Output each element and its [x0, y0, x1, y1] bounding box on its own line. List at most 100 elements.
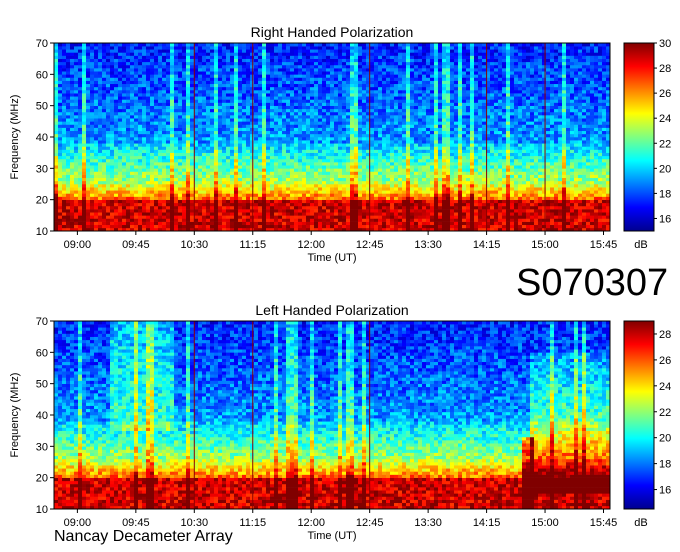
heatmap-cell	[242, 46, 247, 50]
heatmap-cell	[334, 205, 339, 210]
heatmap-cell	[354, 127, 359, 132]
heatmap-cell	[214, 115, 219, 119]
heatmap-cell	[250, 102, 255, 106]
heatmap-cell	[382, 86, 387, 91]
heatmap-cell	[314, 46, 319, 50]
heatmap-cell	[290, 168, 295, 172]
heatmap-cell	[342, 224, 347, 229]
heatmap-cell	[62, 209, 67, 213]
heatmap-cell	[134, 149, 139, 153]
heatmap-cell	[278, 212, 283, 216]
heatmap-cell	[106, 130, 111, 135]
heatmap-cell	[306, 196, 311, 200]
heatmap-cell	[370, 102, 375, 106]
heatmap-cell	[346, 199, 351, 204]
heatmap-cell	[354, 215, 359, 219]
heatmap-cell	[354, 143, 359, 147]
heatmap-cell	[230, 171, 235, 175]
heatmap-cell	[66, 130, 71, 135]
heatmap-cell	[138, 143, 143, 147]
heatmap-cell	[294, 105, 299, 110]
heatmap-cell	[330, 184, 335, 188]
heatmap-cell	[246, 171, 251, 175]
heatmap-cell	[354, 165, 359, 169]
heatmap-cell	[186, 124, 191, 128]
heatmap-cell	[374, 58, 379, 63]
heatmap-cell	[346, 218, 351, 222]
heatmap-cell	[326, 137, 331, 141]
heatmap-cell	[290, 64, 295, 69]
heatmap-cell	[186, 46, 191, 50]
heatmap-cell	[318, 115, 323, 119]
heatmap-cell	[374, 43, 379, 47]
heatmap-cell	[102, 93, 107, 97]
heatmap-cell	[166, 111, 171, 116]
heatmap-cell	[218, 80, 223, 85]
heatmap-cell	[258, 149, 263, 153]
heatmap-cell	[146, 68, 151, 72]
heatmap-cell	[386, 196, 391, 200]
heatmap-cell	[62, 168, 67, 172]
heatmap-cell	[166, 80, 171, 85]
heatmap-cell	[122, 218, 127, 222]
heatmap-cell	[54, 46, 59, 50]
heatmap-cell	[386, 205, 391, 210]
heatmap-cell	[234, 180, 239, 185]
heatmap-cell	[310, 49, 315, 53]
heatmap-cell	[162, 177, 167, 182]
heatmap-cell	[202, 168, 207, 172]
heatmap-cell	[298, 64, 303, 69]
heatmap-cell	[246, 215, 251, 219]
heatmap-cell	[246, 96, 251, 100]
heatmap-cell	[114, 130, 119, 135]
heatmap-cell	[242, 180, 247, 185]
heatmap-cell	[62, 190, 67, 194]
heatmap-cell	[358, 146, 363, 150]
heatmap-cell	[242, 137, 247, 141]
heatmap-cell	[102, 221, 107, 226]
heatmap-cell	[138, 199, 143, 204]
heatmap-cell	[362, 83, 367, 88]
heatmap-cell	[338, 118, 343, 122]
heatmap-cell	[62, 68, 67, 72]
heatmap-cell	[374, 168, 379, 172]
heatmap-cell	[186, 55, 191, 59]
heatmap-cell	[278, 64, 283, 69]
heatmap-cell	[122, 171, 127, 175]
heatmap-cell	[82, 133, 87, 138]
heatmap-cell	[278, 155, 283, 160]
heatmap-cell	[358, 187, 363, 191]
heatmap-cell	[138, 118, 143, 122]
heatmap-cell	[342, 205, 347, 210]
heatmap-cell	[330, 46, 335, 50]
heatmap-cell	[382, 140, 387, 144]
heatmap-cell	[170, 83, 175, 88]
heatmap-cell	[222, 174, 227, 179]
heatmap-cell	[374, 174, 379, 179]
heatmap-cell	[286, 102, 291, 106]
heatmap-cell	[74, 199, 79, 204]
heatmap-cell	[234, 187, 239, 191]
heatmap-cell	[190, 168, 195, 172]
heatmap-cell	[318, 58, 323, 63]
heatmap-cell	[370, 46, 375, 50]
heatmap-cell	[362, 146, 367, 150]
heatmap-cell	[190, 115, 195, 119]
heatmap-cell	[338, 121, 343, 125]
heatmap-cell	[358, 64, 363, 69]
heatmap-cell	[254, 215, 259, 219]
heatmap-cell	[138, 165, 143, 169]
heatmap-cell	[98, 68, 103, 72]
heatmap-cell	[338, 99, 343, 103]
heatmap-cell	[242, 162, 247, 166]
heatmap-cell	[222, 115, 227, 119]
heatmap-cell	[350, 158, 355, 163]
heatmap-cell	[278, 177, 283, 182]
heatmap-cell	[230, 130, 235, 135]
heatmap-cell	[294, 174, 299, 179]
heatmap-cell	[178, 46, 183, 50]
heatmap-cell	[146, 83, 151, 88]
heatmap-cell	[242, 96, 247, 100]
heatmap-cell	[342, 193, 347, 197]
heatmap-cell	[246, 86, 251, 91]
